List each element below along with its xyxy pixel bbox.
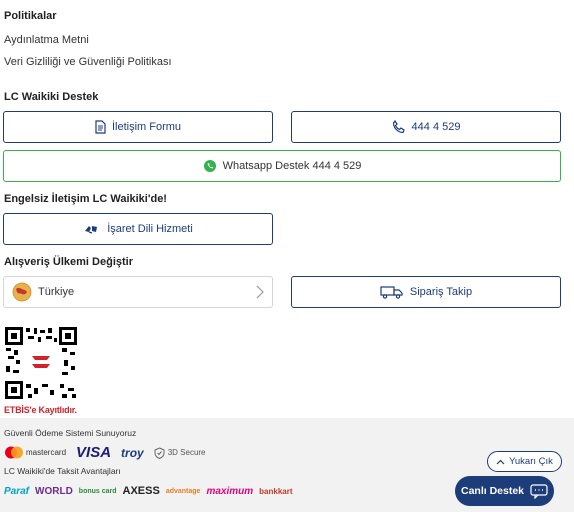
etbis-qr-code[interactable] bbox=[4, 326, 78, 400]
whatsapp-label: Whatsapp Destek 444 4 529 bbox=[222, 160, 362, 172]
world-logo: WORLD bbox=[35, 485, 73, 497]
visa-logo: VISA bbox=[76, 444, 112, 461]
maximum-logo: maximum bbox=[206, 485, 254, 497]
globe-icon bbox=[12, 282, 32, 302]
document-icon bbox=[95, 120, 106, 134]
order-tracking-label: Sipariş Takip bbox=[409, 286, 473, 298]
bank-logos: Paraf WORLD bonus card AXESS advantage m… bbox=[4, 485, 293, 497]
sign-language-button[interactable]: İşaret Dili Hizmeti bbox=[3, 213, 273, 245]
mastercard-logo: mastercard bbox=[4, 446, 66, 459]
country-selector[interactable]: Türkiye bbox=[3, 276, 273, 308]
chat-icon bbox=[530, 483, 548, 499]
mastercard-text: mastercard bbox=[26, 448, 67, 457]
sign-language-icon bbox=[83, 222, 101, 236]
payment-title: Güvenli Ödeme Sistemi Sunuyoruz bbox=[4, 428, 137, 438]
link-aydinlatma-metni[interactable]: Aydınlatma Metni bbox=[4, 34, 89, 46]
etbis-label: ETBİS'e Kayıtlıdır. bbox=[4, 405, 77, 415]
link-privacy-policy[interactable]: Veri Gizliliği ve Güvenliği Politikası bbox=[4, 56, 172, 68]
order-tracking-button[interactable]: Sipariş Takip bbox=[291, 276, 561, 308]
accessibility-title: Engelsiz İletişim LC Waikiki'de! bbox=[4, 193, 167, 205]
bonus-card-logo: bonus card bbox=[78, 487, 117, 495]
truck-icon bbox=[380, 285, 404, 299]
paraf-logo: Paraf bbox=[4, 485, 30, 497]
phone-label: 444 4 529 bbox=[411, 121, 461, 133]
whatsapp-button[interactable]: Whatsapp Destek 444 4 529 bbox=[3, 150, 561, 182]
support-title: LC Waikiki Destek bbox=[4, 91, 99, 103]
country-title: Alışveriş Ülkemi Değiştir bbox=[4, 256, 134, 268]
live-support-label: Canlı Destek bbox=[460, 485, 525, 497]
troy-logo: troy bbox=[121, 445, 144, 460]
axess-logo: AXESS bbox=[122, 485, 160, 497]
installments-title: LC Waikiki'de Taksit Avantajları bbox=[4, 466, 121, 476]
contact-form-button[interactable]: İletişim Formu bbox=[3, 111, 273, 143]
bankkart-logo: bankkart bbox=[259, 486, 293, 496]
policies-title: Politikalar bbox=[4, 10, 57, 22]
live-support-button[interactable]: Canlı Destek bbox=[455, 476, 554, 506]
payment-logos: mastercard VISA troy 3D Secure bbox=[4, 444, 206, 461]
phone-button[interactable]: 444 4 529 bbox=[291, 111, 561, 143]
whatsapp-icon bbox=[203, 159, 217, 173]
contact-form-label: İletişim Formu bbox=[111, 121, 182, 133]
phone-icon bbox=[392, 120, 406, 134]
sign-language-label: İşaret Dili Hizmeti bbox=[107, 223, 193, 235]
country-selected-label: Türkiye bbox=[38, 286, 75, 298]
3d-secure-text: 3D Secure bbox=[167, 448, 206, 457]
chevron-up-icon bbox=[496, 459, 505, 465]
3d-secure-logo: 3D Secure bbox=[154, 446, 206, 459]
scroll-to-top-label: Yukarı Çık bbox=[509, 456, 553, 467]
chevron-right-icon bbox=[256, 285, 264, 299]
scroll-to-top-button[interactable]: Yukarı Çık bbox=[487, 451, 562, 472]
advantage-logo: advantage bbox=[165, 487, 201, 495]
